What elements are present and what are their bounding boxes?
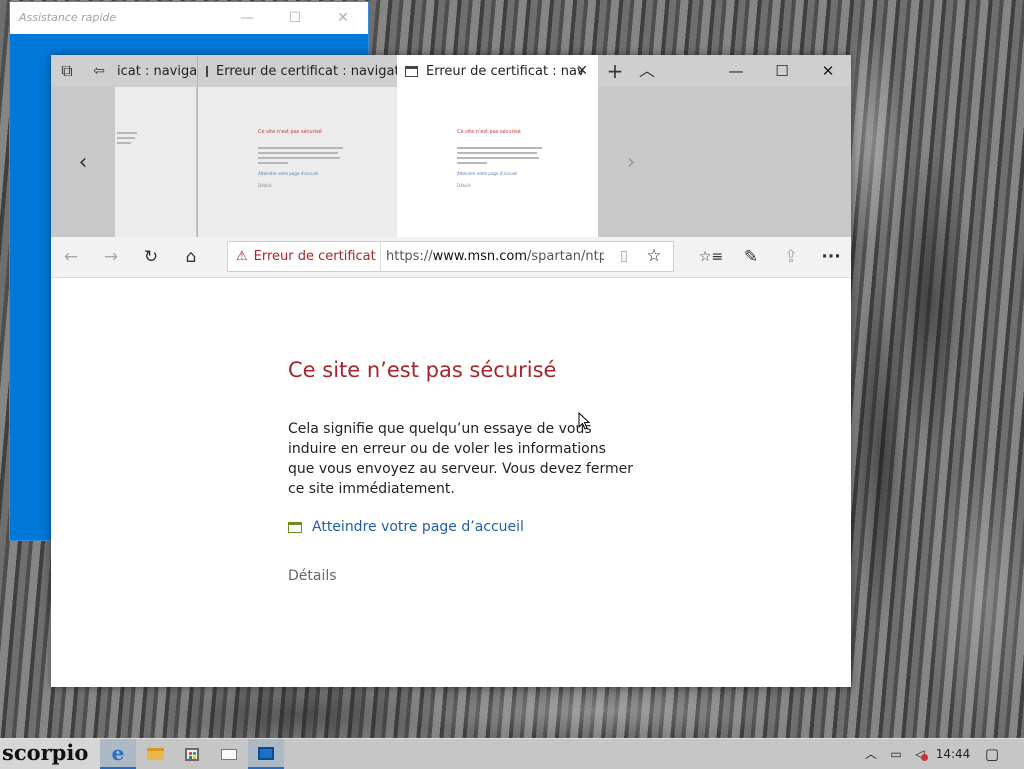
page-content: Ce site n’est pas sécurisé Cela signifie… xyxy=(51,278,851,687)
reading-view-icon[interactable]: ▯ xyxy=(610,242,638,271)
home-page-link[interactable]: Atteindre votre page d’accueil xyxy=(288,519,524,535)
home-page-icon xyxy=(288,521,302,533)
tab-preview-3[interactable]: Ce site n'est pas sécurisé Atteindre vot… xyxy=(397,87,598,237)
refresh-button[interactable]: ↻ xyxy=(135,241,167,273)
certificate-error-label: Erreur de certificat xyxy=(253,249,376,264)
scorpio-logo: scorpio xyxy=(0,739,100,769)
new-tab-button[interactable]: + xyxy=(599,55,631,87)
quick-assist-minimize-button[interactable]: — xyxy=(224,2,270,34)
chevron-right-icon[interactable]: › xyxy=(611,87,651,237)
warning-paragraph: Cela signifie que quelqu’un essaye de vo… xyxy=(288,421,633,497)
url-field[interactable]: https://www.msn.com/spartan/ntp?loc xyxy=(386,242,604,271)
tab-preview-2[interactable]: Ce site n'est pas sécurisé Atteindre vot… xyxy=(197,87,397,237)
store-icon[interactable] xyxy=(174,739,210,769)
restore-tabs-icon[interactable]: ⇦ xyxy=(83,55,115,87)
quick-assist-maximize-button[interactable]: ☐ xyxy=(272,2,318,34)
web-notes-icon[interactable]: ✎ xyxy=(735,241,767,273)
navigation-bar: ← → ↻ ⌂ ⚠ Erreur de certificat https://w… xyxy=(51,237,851,278)
preview-title: Ce site n'est pas sécurisé xyxy=(258,129,322,135)
back-button[interactable]: ← xyxy=(55,241,87,273)
tab-bar: ⧉ ⇦ icat : navigat Erreur de certificat … xyxy=(51,55,851,87)
preview-details: Détails xyxy=(457,183,471,188)
clock[interactable]: 14:44 xyxy=(934,739,972,769)
set-aside-tabs-icon[interactable]: ⧉ xyxy=(51,55,83,87)
quick-assist-close-button[interactable]: ✕ xyxy=(320,2,366,34)
tab-label: Erreur de certificat : navigat xyxy=(216,63,397,79)
tab-1[interactable]: icat : navigat xyxy=(115,55,196,87)
edge-taskbar-icon[interactable]: e xyxy=(100,739,136,769)
tab-label: Erreur de certificat : nav xyxy=(426,63,585,79)
warning-icon: ⚠ xyxy=(236,249,248,264)
mouse-cursor-icon xyxy=(578,412,590,430)
tab-2[interactable]: Erreur de certificat : navigat xyxy=(197,55,397,87)
forward-button[interactable]: → xyxy=(95,241,127,273)
hub-icon[interactable]: ☆≡ xyxy=(695,241,727,273)
quick-assist-title: Assistance rapide xyxy=(19,11,117,24)
file-explorer-icon[interactable] xyxy=(137,739,173,769)
page-icon xyxy=(206,65,208,77)
chevron-left-icon[interactable]: ‹ xyxy=(51,87,115,237)
preview-title: Ce site n'est pas sécurisé xyxy=(457,129,521,135)
tab-previews: Ce site n'est pas sécurisé Atteindre vot… xyxy=(51,87,851,237)
taskbar: scorpio e ︿ ▭ ◁ 14:44 ▢ xyxy=(0,738,1024,769)
maximize-button[interactable]: ☐ xyxy=(759,55,805,87)
tab-preview-toggle-icon[interactable]: ︿ xyxy=(631,55,663,87)
preview-details: Détails xyxy=(258,183,272,188)
preview-link: Atteindre votre page d'accueil xyxy=(457,171,518,176)
quick-assist-titlebar[interactable]: Assistance rapide — ☐ ✕ xyxy=(10,2,368,34)
home-button[interactable]: ⌂ xyxy=(175,241,207,273)
network-icon[interactable]: ▭ xyxy=(884,739,908,769)
tab-label: icat : navigat xyxy=(117,63,196,79)
quick-assist-taskbar-icon[interactable] xyxy=(248,739,284,769)
preview-link: Atteindre votre page d'accueil xyxy=(258,171,319,176)
close-button[interactable]: ✕ xyxy=(805,55,851,87)
home-page-link-label: Atteindre votre page d’accueil xyxy=(312,519,524,535)
close-tab-icon[interactable]: ✕ xyxy=(576,63,588,79)
tab-preview-1[interactable] xyxy=(115,87,196,237)
more-menu-icon[interactable]: ··· xyxy=(815,241,847,273)
edge-window[interactable]: ⧉ ⇦ icat : navigat Erreur de certificat … xyxy=(51,55,851,687)
volume-muted-icon[interactable]: ◁ xyxy=(908,739,932,769)
action-center-icon[interactable]: ▢ xyxy=(980,739,1004,769)
show-hidden-icons-chevron-icon[interactable]: ︿ xyxy=(860,739,882,769)
certificate-error-button[interactable]: ⚠ Erreur de certificat xyxy=(228,242,381,271)
page-icon xyxy=(405,65,418,77)
favorite-star-icon[interactable]: ☆ xyxy=(640,242,668,271)
minimize-button[interactable]: — xyxy=(713,55,759,87)
tab-3-active[interactable]: Erreur de certificat : nav ✕ xyxy=(397,55,598,87)
mail-icon[interactable] xyxy=(211,739,247,769)
details-link[interactable]: Détails xyxy=(288,568,337,584)
address-bar[interactable]: ⚠ Erreur de certificat https://www.msn.c… xyxy=(227,241,674,272)
page-title: Ce site n’est pas sécurisé xyxy=(288,358,557,382)
share-icon[interactable]: ⇪ xyxy=(775,241,807,273)
